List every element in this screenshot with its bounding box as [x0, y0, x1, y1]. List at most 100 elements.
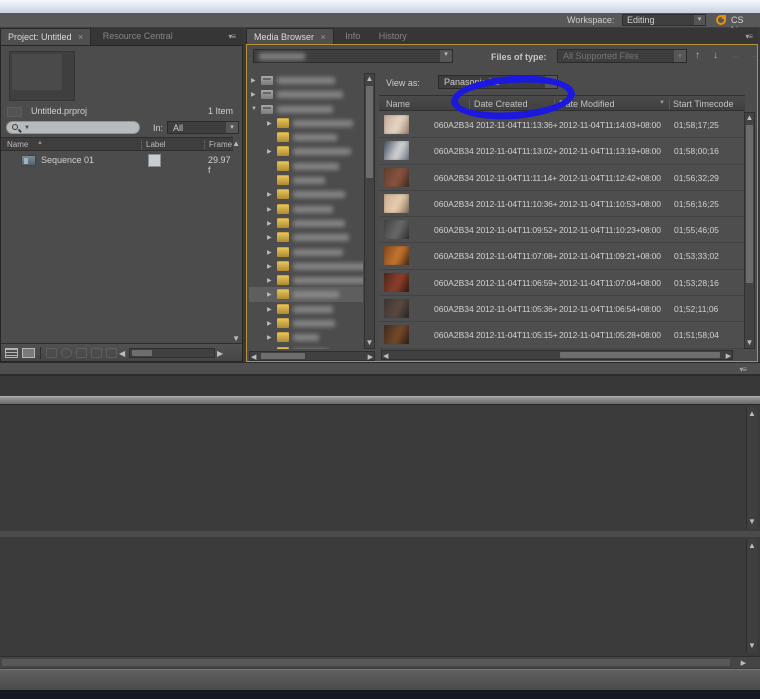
- scroll-up-icon[interactable]: ▲: [232, 139, 240, 148]
- panel-menu-icon[interactable]: ▾≡: [745, 32, 752, 41]
- column-divider[interactable]: [141, 140, 142, 150]
- media-file-row[interactable]: 060A2B342012-11-04T11:05:15+2012-11-04T1…: [379, 322, 745, 348]
- tree-expand-icon[interactable]: ▶: [267, 120, 272, 127]
- timeline-audio-track-area[interactable]: ▲ ▼: [0, 537, 760, 655]
- scrollbar-thumb[interactable]: [366, 86, 373, 178]
- scroll-right-icon[interactable]: ▶: [726, 352, 731, 361]
- column-name[interactable]: Name: [386, 99, 410, 109]
- audio-tracks-scrollbar[interactable]: ▲ ▼: [746, 539, 757, 653]
- tree-collapse-icon[interactable]: ▼: [251, 106, 257, 112]
- search-input[interactable]: ▼: [6, 121, 140, 134]
- tree-folder-row[interactable]: ▶: [249, 273, 363, 287]
- list-view-button[interactable]: [5, 348, 18, 358]
- tab-resource-central[interactable]: Resource Central: [96, 28, 180, 45]
- tree-folder-row[interactable]: ▶: [249, 187, 363, 201]
- scroll-down-icon[interactable]: ▼: [745, 338, 754, 348]
- tree-device-row[interactable]: ▶: [249, 87, 363, 101]
- tree-horizontal-scrollbar[interactable]: ◀ ▶: [249, 351, 375, 361]
- tree-folder-row[interactable]: ▶: [249, 345, 363, 349]
- tree-folder-row[interactable]: ▶: [249, 245, 363, 259]
- scroll-down-icon[interactable]: ▼: [747, 517, 757, 527]
- scroll-right-icon[interactable]: ▶: [368, 353, 373, 362]
- scroll-left-icon[interactable]: ◀: [119, 349, 125, 358]
- tree-folder-row[interactable]: ▶: [249, 144, 363, 158]
- find-icon[interactable]: [61, 348, 72, 358]
- tree-expand-icon[interactable]: ▶: [251, 77, 256, 84]
- media-file-row[interactable]: 060A2B342012-11-04T11:05:36+2012-11-04T1…: [379, 296, 745, 322]
- column-frame-rate[interactable]: Frame Rate: [209, 140, 233, 149]
- project-row-sequence[interactable]: Sequence 01 29.97 f: [1, 152, 233, 168]
- tree-folder-row[interactable]: ▶: [249, 287, 363, 301]
- scroll-up-icon[interactable]: ▲: [745, 113, 754, 123]
- list-horizontal-scrollbar[interactable]: ◀ ▶: [381, 350, 733, 360]
- search-scope-dropdown[interactable]: All ▾: [167, 121, 239, 134]
- scroll-right-icon[interactable]: ▶: [217, 349, 223, 358]
- tree-folder-row[interactable]: ▶: [249, 202, 363, 216]
- scrollbar-thumb[interactable]: [261, 353, 305, 359]
- tab-info[interactable]: Info: [338, 28, 367, 45]
- panel-menu-icon[interactable]: ▾≡: [228, 32, 235, 41]
- tree-expand-icon[interactable]: ▶: [267, 320, 272, 327]
- workspace-dropdown[interactable]: Editing ▾: [622, 14, 706, 26]
- scrollbar-thumb[interactable]: [2, 659, 730, 666]
- list-vertical-scrollbar[interactable]: ▲ ▼: [744, 112, 755, 349]
- media-file-row[interactable]: 060A2B342012-11-04T11:07:08+2012-11-04T1…: [379, 243, 745, 269]
- new-item-icon[interactable]: [91, 348, 102, 358]
- scroll-right-icon[interactable]: ▶: [741, 659, 746, 668]
- media-file-row[interactable]: 060A2B342012-11-04T11:09:52+2012-11-04T1…: [379, 217, 745, 243]
- timeline-horizontal-scrollbar[interactable]: ▶: [0, 656, 760, 668]
- column-name[interactable]: Name: [7, 140, 28, 149]
- close-icon[interactable]: ×: [321, 32, 326, 42]
- timeline-divider-band[interactable]: [0, 396, 760, 404]
- tree-expand-icon[interactable]: ▶: [267, 263, 272, 270]
- scroll-left-icon[interactable]: ◀: [383, 352, 388, 361]
- tree-folder-row[interactable]: [249, 130, 363, 144]
- tree-folder-row[interactable]: ▶: [249, 216, 363, 230]
- horizontal-scrollbar[interactable]: [129, 348, 215, 358]
- scroll-up-icon[interactable]: ▲: [747, 409, 757, 419]
- tree-expand-icon[interactable]: ▶: [267, 334, 272, 341]
- tree-expand-icon[interactable]: ▶: [267, 306, 272, 313]
- tree-expand-icon[interactable]: ▶: [267, 277, 272, 284]
- automate-to-sequence-icon[interactable]: [46, 348, 57, 358]
- tree-folder-row[interactable]: ▶: [249, 302, 363, 316]
- column-label[interactable]: Label: [146, 140, 166, 149]
- tree-folder-row[interactable]: ▶: [249, 116, 363, 130]
- scroll-down-icon[interactable]: ▼: [365, 338, 374, 348]
- tree-expand-icon[interactable]: ▶: [267, 249, 272, 256]
- scroll-up-icon[interactable]: ▲: [365, 74, 374, 84]
- tab-media-browser[interactable]: Media Browser ×: [246, 28, 334, 45]
- tab-history[interactable]: History: [372, 28, 414, 45]
- icon-view-button[interactable]: [22, 348, 35, 358]
- tree-folder-row[interactable]: ▶: [249, 230, 363, 244]
- tree-device-row[interactable]: ▼: [249, 102, 363, 116]
- panel-menu-icon[interactable]: ▾≡: [739, 365, 746, 374]
- scroll-left-icon[interactable]: ◀: [251, 353, 256, 362]
- media-file-row[interactable]: 060A2B342012-11-04T11:13:36+2012-11-04T1…: [379, 112, 745, 138]
- tree-expand-icon[interactable]: ▶: [267, 291, 272, 298]
- column-divider[interactable]: [669, 99, 670, 109]
- column-divider[interactable]: [204, 140, 205, 150]
- close-icon[interactable]: ×: [78, 32, 83, 42]
- scrollbar-thumb[interactable]: [746, 125, 753, 283]
- scroll-down-icon[interactable]: ▼: [747, 641, 757, 651]
- search-options-caret-icon[interactable]: ▼: [24, 125, 30, 131]
- tree-folder-row[interactable]: [249, 173, 363, 187]
- navigate-forward-icon[interactable]: →: [749, 50, 758, 61]
- tree-folder-row[interactable]: ▶: [249, 316, 363, 330]
- scrollbar-thumb[interactable]: [132, 350, 152, 356]
- tree-expand-icon[interactable]: ▶: [267, 234, 272, 241]
- tree-device-row[interactable]: ▶: [249, 73, 363, 87]
- video-tracks-scrollbar[interactable]: ▲ ▼: [746, 407, 757, 529]
- tree-expand-icon[interactable]: ▶: [267, 148, 272, 155]
- tree-expand-icon[interactable]: ▶: [267, 220, 272, 227]
- media-file-row[interactable]: 060A2B342012-11-04T11:13:02+2012-11-04T1…: [379, 138, 745, 164]
- timeline-video-track-area[interactable]: ▲ ▼: [0, 404, 760, 531]
- tree-folder-row[interactable]: ▶: [249, 330, 363, 344]
- tree-folder-row[interactable]: [249, 159, 363, 173]
- tree-expand-icon[interactable]: ▶: [267, 191, 272, 198]
- clear-icon[interactable]: [106, 348, 117, 358]
- scroll-up-icon[interactable]: ▲: [747, 541, 757, 551]
- tab-project[interactable]: Project: Untitled ×: [0, 28, 91, 45]
- media-file-row[interactable]: 060A2B342012-11-04T11:11:14+2012-11-04T1…: [379, 165, 745, 191]
